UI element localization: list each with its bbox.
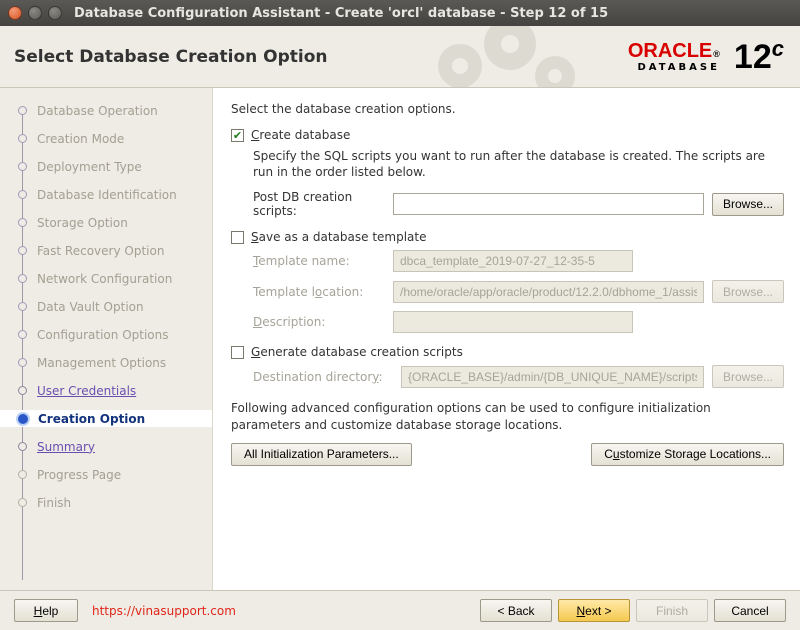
step-summary[interactable]: Summary: [18, 438, 208, 455]
create-database-desc: Specify the SQL scripts you want to run …: [253, 148, 784, 180]
step-creation-option: Creation Option: [0, 410, 212, 427]
step-dot-icon: [18, 246, 27, 255]
step-database-identification: Database Identification: [18, 186, 208, 203]
oracle-logo-sub: DATABASE: [628, 63, 720, 73]
step-dot-icon: [18, 358, 27, 367]
template-desc-label: Description:: [253, 315, 385, 329]
wizard-footer: Help https://vinasupport.com < Back Next…: [0, 590, 800, 630]
step-dot-icon: [18, 498, 27, 507]
template-name-label: Template name:: [253, 254, 385, 268]
window-controls: [8, 6, 62, 20]
step-fast-recovery-option: Fast Recovery Option: [18, 242, 208, 259]
generate-scripts-checkbox[interactable]: [231, 346, 244, 359]
oracle-logo-text: ORACLE®: [628, 41, 720, 61]
step-dot-icon: [18, 302, 27, 311]
step-dot-icon: [18, 470, 27, 479]
page-title: Select Database Creation Option: [14, 47, 328, 67]
wizard-steps-sidebar: Database Operation Creation Mode Deploym…: [0, 88, 212, 590]
step-dot-icon: [18, 442, 27, 451]
dest-dir-input: [401, 366, 704, 388]
step-dot-icon: [18, 134, 27, 143]
template-name-input: [393, 250, 633, 272]
template-location-browse-button: Browse...: [712, 280, 784, 303]
next-button[interactable]: Next >: [558, 599, 630, 622]
step-creation-mode: Creation Mode: [18, 130, 208, 147]
opt-create-database: Create database Specify the SQL scripts …: [231, 128, 784, 218]
opt-generate-scripts: Generate database creation scripts Desti…: [231, 345, 784, 388]
step-storage-option: Storage Option: [18, 214, 208, 231]
step-dot-icon: [18, 218, 27, 227]
cancel-button[interactable]: Cancel: [714, 599, 786, 622]
template-location-label: Template location:: [253, 285, 385, 299]
close-icon[interactable]: [8, 6, 22, 20]
create-database-label: Create database: [251, 128, 350, 142]
step-network-configuration: Network Configuration: [18, 270, 208, 287]
step-dot-icon: [18, 414, 28, 424]
step-dot-icon: [18, 162, 27, 171]
step-configuration-options: Configuration Options: [18, 326, 208, 343]
step-user-credentials[interactable]: User Credentials: [18, 382, 208, 399]
save-template-checkbox[interactable]: [231, 231, 244, 244]
content-panel: Select the database creation options. Cr…: [212, 88, 800, 590]
finish-button: Finish: [636, 599, 708, 622]
logo-block: ORACLE® DATABASE 12c: [628, 40, 784, 74]
window-titlebar: Database Configuration Assistant - Creat…: [0, 0, 800, 26]
step-management-options: Management Options: [18, 354, 208, 371]
template-location-input: [393, 281, 704, 303]
help-button[interactable]: Help: [14, 599, 78, 622]
gear-bg-icon: [430, 26, 590, 87]
step-deployment-type: Deployment Type: [18, 158, 208, 175]
step-dot-icon: [18, 106, 27, 115]
step-dot-icon: [18, 190, 27, 199]
post-scripts-input[interactable]: [393, 193, 704, 215]
post-scripts-browse-button[interactable]: Browse...: [712, 193, 784, 216]
step-dot-icon: [18, 386, 27, 395]
maximize-icon[interactable]: [48, 6, 62, 20]
watermark-text: https://vinasupport.com: [92, 604, 236, 618]
step-finish: Finish: [18, 494, 208, 511]
step-database-operation: Database Operation: [18, 102, 208, 119]
back-button[interactable]: < Back: [480, 599, 552, 622]
window-title: Database Configuration Assistant - Creat…: [74, 6, 792, 21]
oracle-version: 12c: [734, 40, 784, 74]
header-band: Select Database Creation Option ORACLE® …: [0, 26, 800, 88]
main-area: Database Operation Creation Mode Deploym…: [0, 88, 800, 590]
advanced-desc: Following advanced configuration options…: [231, 400, 784, 432]
step-dot-icon: [18, 274, 27, 283]
dest-dir-label: Destination directory:: [253, 370, 393, 384]
step-progress-page: Progress Page: [18, 466, 208, 483]
dest-dir-browse-button: Browse...: [712, 365, 784, 388]
section-lead: Select the database creation options.: [231, 102, 784, 116]
minimize-icon[interactable]: [28, 6, 42, 20]
generate-scripts-label: Generate database creation scripts: [251, 345, 463, 359]
post-scripts-label: Post DB creation scripts:: [253, 190, 385, 218]
opt-save-template: Save as a database template Template nam…: [231, 230, 784, 333]
customize-storage-button[interactable]: Customize Storage Locations...: [591, 443, 784, 466]
create-database-checkbox[interactable]: [231, 129, 244, 142]
step-dot-icon: [18, 330, 27, 339]
init-params-button[interactable]: All Initialization Parameters...: [231, 443, 412, 466]
template-desc-input: [393, 311, 633, 333]
save-template-label: Save as a database template: [251, 230, 426, 244]
step-data-vault-option: Data Vault Option: [18, 298, 208, 315]
